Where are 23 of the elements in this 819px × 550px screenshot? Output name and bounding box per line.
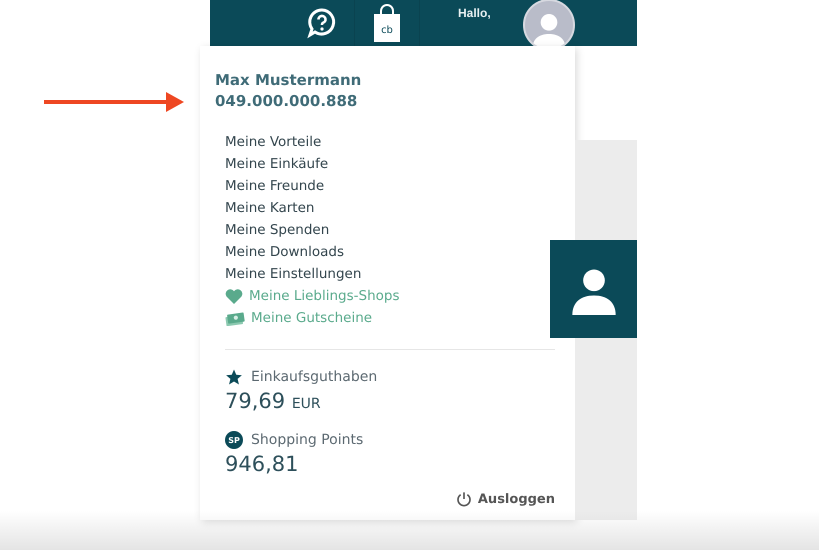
balance-value: 79,69 EUR (225, 388, 322, 415)
logout-button[interactable]: Ausloggen (456, 491, 555, 507)
menu-link[interactable]: Meine Einstellungen (225, 263, 362, 285)
profile-tile[interactable] (550, 240, 637, 338)
menu-link[interactable]: Meine Einkäufe (225, 153, 328, 175)
menu-link[interactable]: Meine Spenden (225, 219, 330, 241)
greeting-text: Hallo, (458, 6, 491, 20)
help-icon[interactable] (306, 7, 338, 39)
banknote-icon (225, 310, 245, 326)
balance-value: 946,81 (225, 451, 300, 478)
balance-label: Einkaufsguthaben (251, 369, 378, 385)
balance-label: Shopping Points (251, 432, 364, 448)
power-icon (456, 491, 472, 507)
account-number: 049.000.000.888 (215, 91, 358, 112)
arrow-icon (44, 90, 186, 114)
points-badge: SP (225, 431, 243, 449)
menu-link[interactable]: Meine Vorteile (225, 131, 322, 153)
star-icon (225, 368, 243, 386)
account-name: Max Mustermann (215, 70, 362, 91)
menu-link[interactable]: Meine Karten (225, 197, 314, 219)
menu-link[interactable]: Meine Freunde (225, 175, 324, 197)
heart-icon (225, 288, 243, 304)
menu-link[interactable]: Meine Downloads (225, 241, 344, 263)
